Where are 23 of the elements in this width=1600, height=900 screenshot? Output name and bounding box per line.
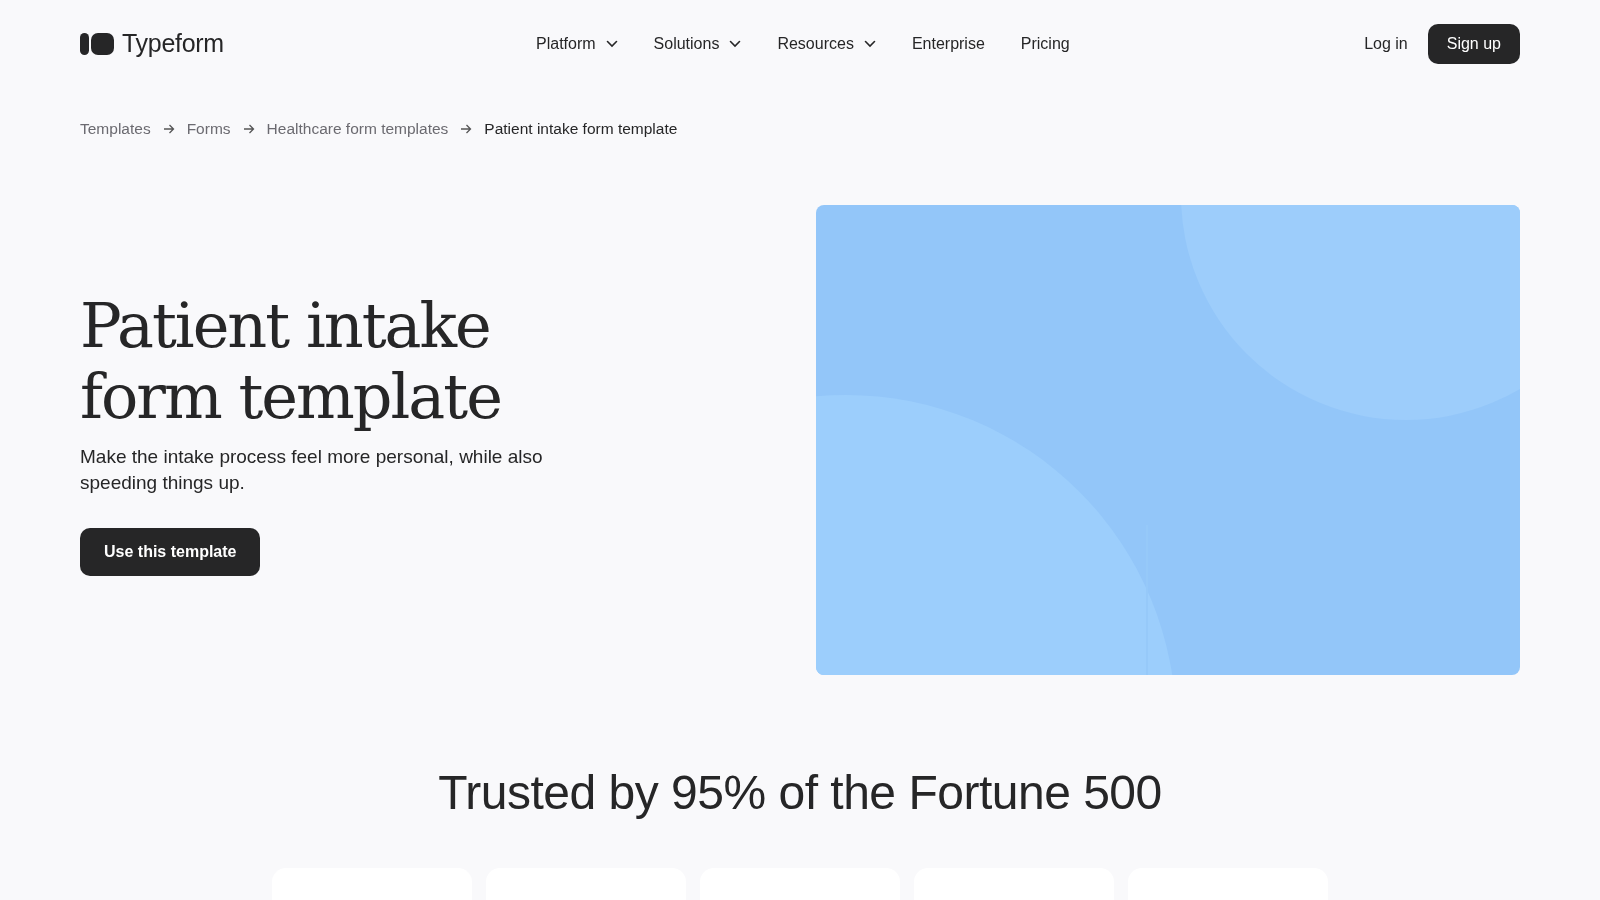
nav-link[interactable]: Solutions (647, 34, 748, 53)
nav-link[interactable]: Resources (771, 34, 882, 53)
breadcrumb-link[interactable]: Healthcare form templates (266, 120, 449, 138)
arrow-right-icon (162, 124, 175, 134)
login-link[interactable]: Log in (1364, 34, 1408, 53)
signup-button[interactable]: Sign up (1427, 23, 1520, 64)
logo-text[interactable]: Typeform (122, 29, 224, 58)
breadcrumb-link[interactable]: Patient intake form template (484, 120, 678, 138)
arrow-right-icon (460, 124, 473, 134)
subtitle: Make the intake process feel more personal, while also speeding things up. (80, 445, 544, 495)
chevron-down-icon (729, 39, 742, 48)
arrow-right-icon (242, 124, 255, 134)
section-heading: Trusted by 95% of the Fortune 500 (437, 765, 1163, 820)
nav-link[interactable]: Platform (530, 34, 624, 53)
nav-link[interactable]: Enterprise (905, 34, 991, 53)
chevron-down-icon (863, 39, 876, 48)
breadcrumb-link[interactable]: Templates (80, 120, 151, 138)
page-title: Patient intake form template (80, 290, 502, 432)
use-template-button[interactable]: Use this template (80, 528, 261, 576)
chevron-down-icon (605, 39, 618, 48)
logo-icon (80, 31, 114, 56)
breadcrumb-link[interactable]: Forms (186, 120, 231, 138)
nav-link[interactable]: Pricing (1014, 34, 1076, 53)
